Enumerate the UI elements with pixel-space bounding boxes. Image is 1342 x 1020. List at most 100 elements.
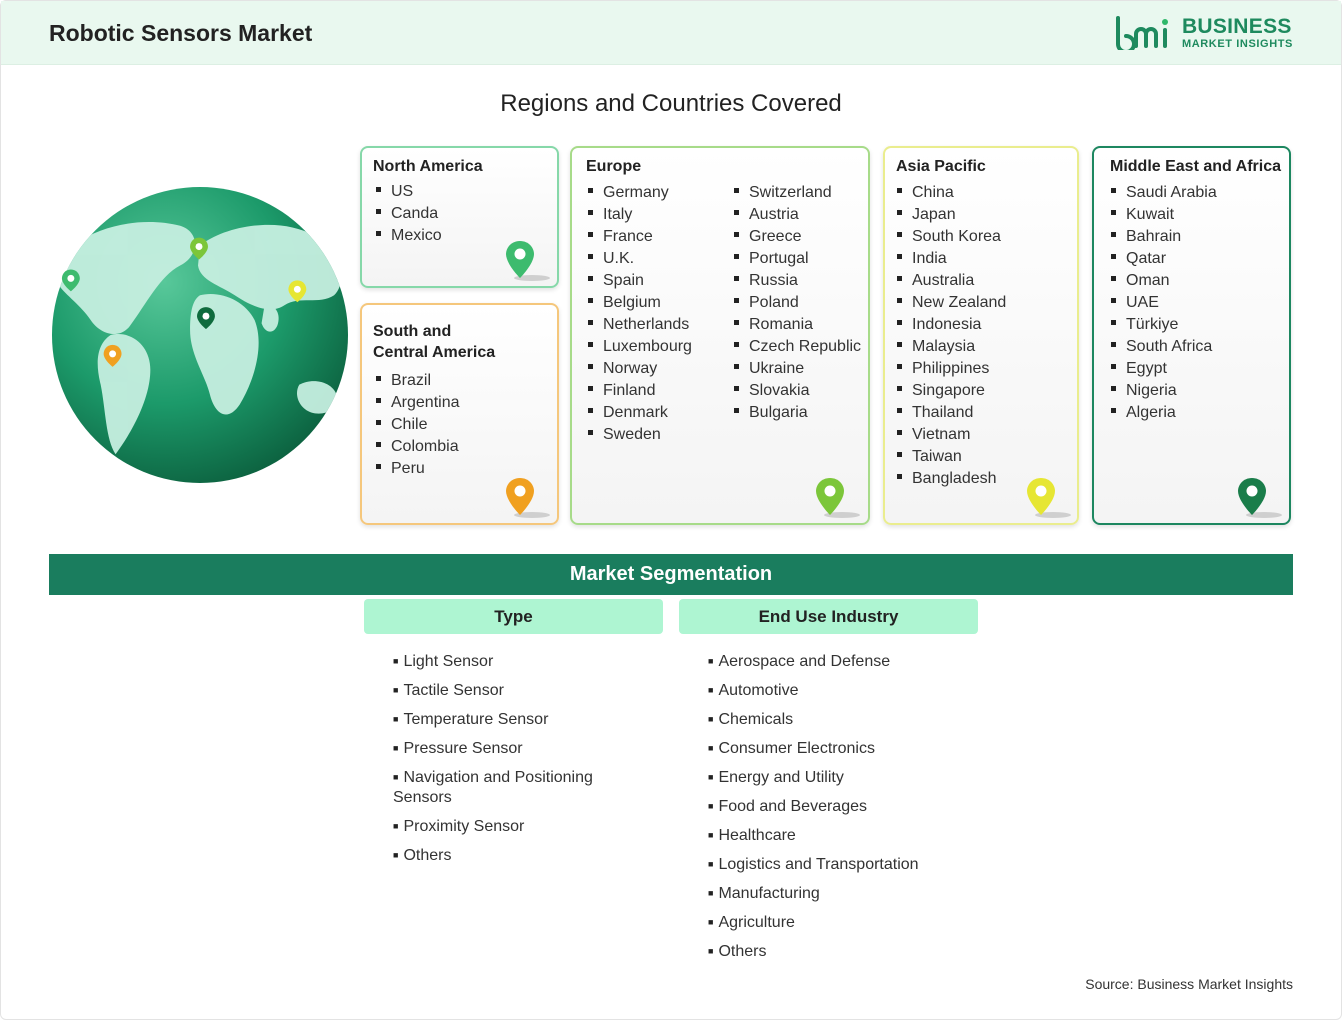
list-item: Russia [734,270,861,292]
region-card-south-central-america: South and Central America Brazil Argenti… [360,303,559,525]
list-item: Argentina [376,392,460,414]
list-item: Automotive [708,680,988,701]
list-item: Manufacturing [708,883,988,904]
bmi-logo-icon [1115,16,1168,50]
list-item: Japan [897,204,1006,226]
region-title-south-central-america: South and Central America [373,321,495,363]
list-item: China [897,182,1006,204]
list-item: Finland [588,380,692,402]
page-title: Robotic Sensors Market [49,20,313,46]
list-item: U.K. [588,248,692,270]
list-item: Nigeria [1111,380,1217,402]
list-item: Healthcare [708,825,988,846]
list-item: New Zealand [897,292,1006,314]
country-list-middle-east-africa: Saudi Arabia Kuwait Bahrain Qatar Oman U… [1111,182,1217,424]
list-item: Energy and Utility [708,767,988,788]
header-bar: Robotic Sensors Market BUSINESS MARKET I… [1,1,1341,65]
list-item: South Africa [1111,336,1217,358]
list-item: Malaysia [897,336,1006,358]
region-card-asia-pacific: Asia Pacific China Japan South Korea Ind… [883,146,1079,525]
region-title-middle-east-africa: Middle East and Africa [1110,158,1281,175]
list-item: Singapore [897,380,1006,402]
region-title-line2: Central America [373,344,496,361]
country-list-asia-pacific: China Japan South Korea India Australia … [897,182,1006,490]
list-item: Vietnam [897,424,1006,446]
list-item: Belgium [588,292,692,314]
list-item: Australia [897,270,1006,292]
logo-word-business: BUSINESS [1181,15,1292,38]
list-item: India [897,248,1006,270]
list-item: Tactile Sensor [393,680,633,701]
list-item: Temperature Sensor [393,709,633,730]
map-pin-icon [816,478,860,518]
map-pin-icon [506,241,550,281]
list-item: UAE [1111,292,1217,314]
list-item: Food and Beverages [708,796,988,817]
globe-illustration [51,186,349,484]
list-item: Türkiye [1111,314,1217,336]
list-item: Portugal [734,248,861,270]
list-item: Netherlands [588,314,692,336]
country-list-south-central-america: Brazil Argentina Chile Colombia Peru [376,370,460,480]
list-item: Luxembourg [588,336,692,358]
list-item: Greece [734,226,861,248]
list-item: Italy [588,204,692,226]
list-item: Germany [588,182,692,204]
country-list-north-america: US Canda Mexico [376,181,442,247]
list-item: Switzerland [734,182,861,204]
regions-title: Regions and Countries Covered [500,90,842,117]
segment-list-end-use: Aerospace and Defense Automotive Chemica… [708,651,988,970]
list-item: Spain [588,270,692,292]
list-item: Chile [376,414,460,436]
list-item: Saudi Arabia [1111,182,1217,204]
list-item: Philippines [897,358,1006,380]
list-item: France [588,226,692,248]
region-card-middle-east-africa: Middle East and Africa Saudi Arabia Kuwa… [1092,146,1291,525]
list-item: Agriculture [708,912,988,933]
list-item: Logistics and Transportation [708,854,988,875]
list-item: Aerospace and Defense [708,651,988,672]
list-item: Light Sensor [393,651,633,672]
list-item: Taiwan [897,446,1006,468]
list-item: Norway [588,358,692,380]
list-item: Kuwait [1111,204,1217,226]
segment-list-type: Light Sensor Tactile Sensor Temperature … [393,651,633,874]
list-item: Bulgaria [734,402,861,424]
list-item: Ukraine [734,358,861,380]
list-item: Denmark [588,402,692,424]
list-item: Navigation and Positioning Sensors [393,767,633,808]
country-list-europe-col1: Germany Italy France U.K. Spain Belgium … [588,182,692,446]
source-note: Source: Business Market Insights [1085,976,1293,992]
list-item: Colombia [376,436,460,458]
list-item: Oman [1111,270,1217,292]
logo-word-market-insights: MARKET INSIGHTS [1181,38,1293,50]
list-item: Others [393,845,633,866]
region-title-asia-pacific: Asia Pacific [896,158,986,175]
list-item: Egypt [1111,358,1217,380]
list-item: Austria [734,204,861,226]
list-item: Canda [376,203,442,225]
map-pin-icon [1238,478,1282,518]
segment-header-type: Type [364,599,663,634]
list-item: Brazil [376,370,460,392]
list-item: Mexico [376,225,442,247]
list-item: Romania [734,314,861,336]
list-item: Consumer Electronics [708,738,988,759]
list-item: US [376,181,442,203]
market-segmentation-banner: Market Segmentation [49,554,1293,595]
bmi-logo: BUSINESS MARKET INSIGHTS [1114,15,1293,51]
map-pin-icon [506,478,550,518]
map-pin-icon [1027,478,1071,518]
list-item: Peru [376,458,460,480]
region-title-line1: South and [373,323,452,340]
list-item: Indonesia [897,314,1006,336]
list-item: Sweden [588,424,692,446]
country-list-europe-col2: Switzerland Austria Greece Portugal Russ… [734,182,861,424]
list-item: Bangladesh [897,468,1006,490]
list-item: Algeria [1111,402,1217,424]
list-item: Pressure Sensor [393,738,633,759]
list-item: South Korea [897,226,1006,248]
region-card-europe: Europe Germany Italy France U.K. Spain B… [570,146,870,525]
list-item: Proximity Sensor [393,816,633,837]
list-item: Poland [734,292,861,314]
